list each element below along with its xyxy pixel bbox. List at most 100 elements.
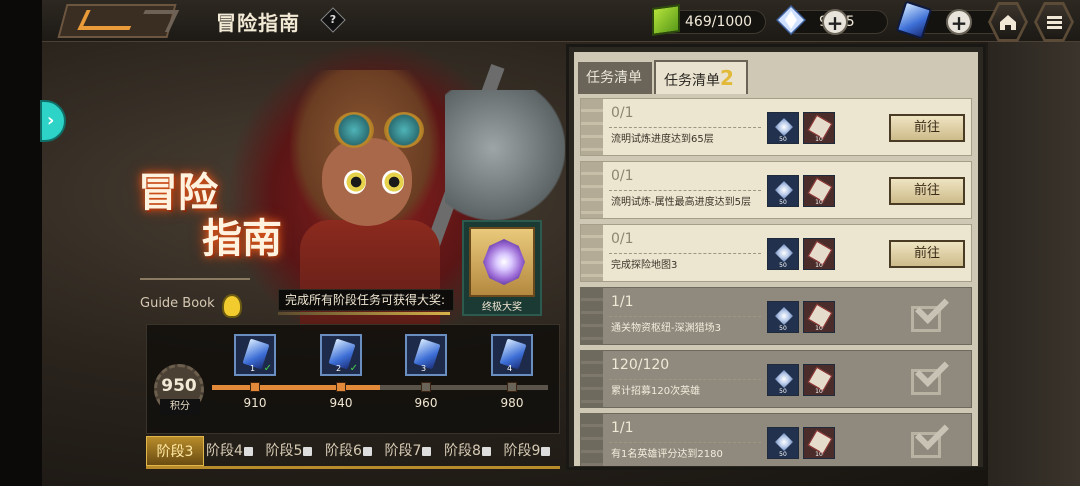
dice-reward[interactable]: 10 [803,301,835,333]
menu-button[interactable] [1034,2,1074,42]
milestone-value: 980 [500,396,524,410]
progress-fill [212,385,380,390]
crystal-reward[interactable]: 50 [767,364,799,396]
crystal-reward[interactable]: 50 [767,238,799,270]
quest-description: 流明试炼-属性最高进度达到5层 [611,197,751,208]
crystal-reward[interactable]: 50 [767,427,799,459]
milestone-node [336,382,346,392]
left-edge [0,0,42,486]
quest-row: 0/1 完成探险地图3 50 10 前往 [580,224,972,282]
reward-count: 3 [421,364,427,373]
tab-label: 任务清单 [664,73,720,89]
go-button[interactable]: 前往 [889,114,965,142]
goggle-lens-left [334,112,374,148]
crystal-reward[interactable]: 50 [767,301,799,333]
add-ticket-button[interactable]: + [946,9,972,35]
quest-description: 累计招募120次英雄 [611,386,701,397]
reward-count: 10 [815,262,823,269]
reward-count: 50 [779,451,787,458]
quest-row: 1/1 有1名英雄评分达到2180 50 10 [580,413,972,466]
milestone-node [250,382,260,392]
reward-count: 50 [779,262,787,269]
bulb-icon [222,294,242,318]
dice-reward[interactable]: 10 [803,364,835,396]
lock-icon [422,447,432,456]
right-edge [988,0,1080,486]
reward-count: 4 [507,364,513,373]
reward-count: 1 [250,364,256,373]
reward-count: 50 [779,199,787,206]
stage-tab[interactable]: 阶段6 [325,436,383,466]
quest-row: 0/1 流明试炼进度达到65层 50 10 前往 [580,98,972,156]
milestone-reward[interactable]: 1 ✓ [234,334,276,376]
quest-description: 通关物资枢纽-深渊猎场3 [611,323,721,334]
stage-tab[interactable]: 阶段3 [146,436,204,466]
milestone-reward[interactable]: 4 [491,334,533,376]
milestone-node [507,382,517,392]
stage-tab[interactable]: 阶段9 [504,436,562,466]
tab-quest-list-1[interactable]: 任务清单1 [578,62,652,122]
reward-count: 10 [815,325,823,332]
axe-head [445,90,565,220]
go-button[interactable]: 前往 [889,240,965,268]
reward-count: 50 [779,136,787,143]
stage-tab[interactable]: 阶段7 [385,436,443,466]
quest-divider [609,379,761,380]
milestone-node [421,382,431,392]
crystal-icon [775,181,793,199]
quest-row-strip [581,99,603,155]
grand-prize-button[interactable]: 终极大奖 [462,220,542,316]
crystal-reward[interactable]: 50 [767,112,799,144]
tab-label: 任务清单 [586,70,642,86]
progress-track [212,385,548,390]
stage-tab-label: 阶段7 [384,443,422,459]
crystal-icon [775,370,793,388]
guide-divider [140,278,250,280]
help-icon[interactable]: ? [320,7,346,33]
tab-quest-list-2[interactable]: 任务清单2 [654,60,748,94]
reward-count: 10 [815,388,823,395]
score-label: 积分 [160,399,200,415]
add-crystal-button[interactable]: + [822,9,848,35]
milestone-value: 960 [414,396,438,410]
completed-check-icon [911,353,951,397]
crystal-reward[interactable]: 50 [767,175,799,207]
stage-tab[interactable]: 阶段8 [444,436,502,466]
energy-value: 469/1000 [685,14,753,30]
quest-progress: 1/1 [611,420,634,436]
reward-count: 2 [336,364,342,373]
stage-tabs-underline [146,466,560,469]
dice-reward[interactable]: 10 [803,175,835,207]
reward-count: 10 [815,199,823,206]
milestone-reward[interactable]: 3 [405,334,447,376]
quest-row-strip [581,414,603,466]
goggle-lens-right [384,112,424,148]
quest-row-strip [581,288,603,344]
quest-list: 任务清单1 任务清单2 0/1流明试炼进度达到65层5010前往0/1流明试炼-… [574,52,978,466]
stage-tab[interactable]: 阶段5 [266,436,324,466]
milestone-reward[interactable]: 2 ✓ [320,334,362,376]
dice-reward[interactable]: 10 [803,112,835,144]
menu-icon [1037,5,1071,39]
dice-reward[interactable]: 10 [803,427,835,459]
reward-count: 50 [779,388,787,395]
completed-check-icon [911,290,951,334]
tab-number: 2 [720,66,734,90]
crystal-icon [775,307,793,325]
completed-check-icon [911,416,951,460]
milestone-value: 910 [243,396,267,410]
hero-eye-left [344,170,366,194]
dice-reward[interactable]: 10 [803,238,835,270]
crystal-icon [776,5,806,35]
top-bar: 冒险指南 ? 469/1000 9335 + 4 + [42,0,1080,42]
quest-description: 完成探险地图3 [611,260,678,271]
stage-tab[interactable]: 阶段4 [206,436,264,466]
lock-icon [303,447,313,456]
check-icon: ✓ [349,363,358,374]
home-button[interactable] [988,2,1028,42]
go-button[interactable]: 前往 [889,177,965,205]
quest-description: 有1名英雄评分达到2180 [611,449,723,460]
guide-subtitle: Guide Book [140,296,215,311]
stage-tab-label: 阶段8 [444,443,481,459]
quest-row: 0/1 流明试炼-属性最高进度达到5层 50 10 前往 [580,161,972,219]
